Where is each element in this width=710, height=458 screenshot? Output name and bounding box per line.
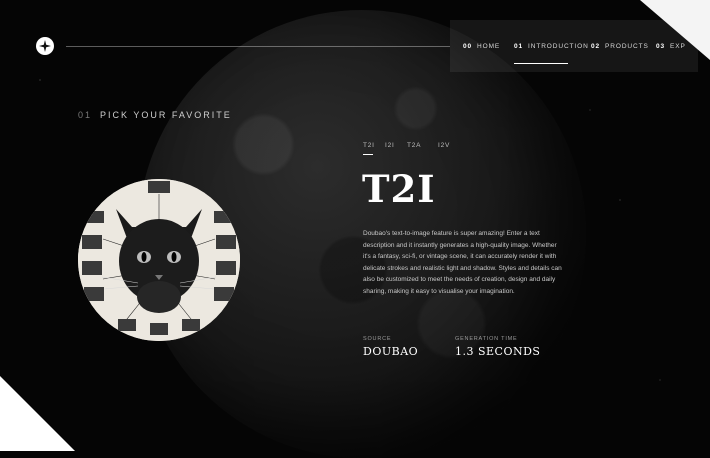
section-title: PICK YOUR FAVORITE — [100, 110, 232, 120]
nav-item-label: HOME — [477, 43, 501, 50]
section-number: 01 — [78, 110, 93, 120]
header-divider — [66, 46, 450, 47]
section-heading: 01 PICK YOUR FAVORITE — [78, 110, 232, 120]
stat-label-source: SOURCE — [363, 336, 392, 342]
main-nav: 00 HOME 01 INTRODUCTION 02 PRODUCTS 03 EXP — [450, 20, 698, 72]
nav-item-number: 01 — [514, 43, 524, 50]
nav-item-introduction[interactable]: 01 INTRODUCTION — [514, 43, 589, 50]
tab-t2a[interactable]: T2A — [407, 142, 421, 149]
nav-item-number: 00 — [463, 43, 473, 50]
compass-star-icon[interactable] — [36, 37, 54, 55]
nav-item-products[interactable]: 02 PRODUCTS — [591, 43, 649, 50]
tab-i2i[interactable]: I2I — [385, 142, 395, 149]
tab-active-indicator — [363, 154, 373, 155]
nav-active-indicator — [514, 63, 568, 64]
cat-diagram-image[interactable] — [78, 179, 240, 341]
tab-i2v[interactable]: I2V — [438, 142, 450, 149]
nav-item-exp[interactable]: 03 EXP — [656, 43, 686, 50]
tab-t2i[interactable]: T2I — [363, 142, 375, 149]
nav-item-home[interactable]: 00 HOME — [463, 43, 500, 50]
nav-item-number: 02 — [591, 43, 601, 50]
stat-label-generation-time: GENERATION TIME — [455, 336, 518, 342]
feature-title: T2I — [362, 167, 436, 211]
nav-item-label: INTRODUCTION — [528, 43, 589, 50]
stat-value-generation-time: 1.3 SECONDS — [455, 345, 541, 358]
stat-value-source: DOUBAO — [363, 345, 419, 358]
nav-item-label: PRODUCTS — [605, 43, 649, 50]
nav-item-number: 03 — [656, 43, 666, 50]
feature-description: Doubao's text-to-image feature is super … — [363, 230, 562, 295]
nav-item-label: EXP — [670, 43, 686, 50]
